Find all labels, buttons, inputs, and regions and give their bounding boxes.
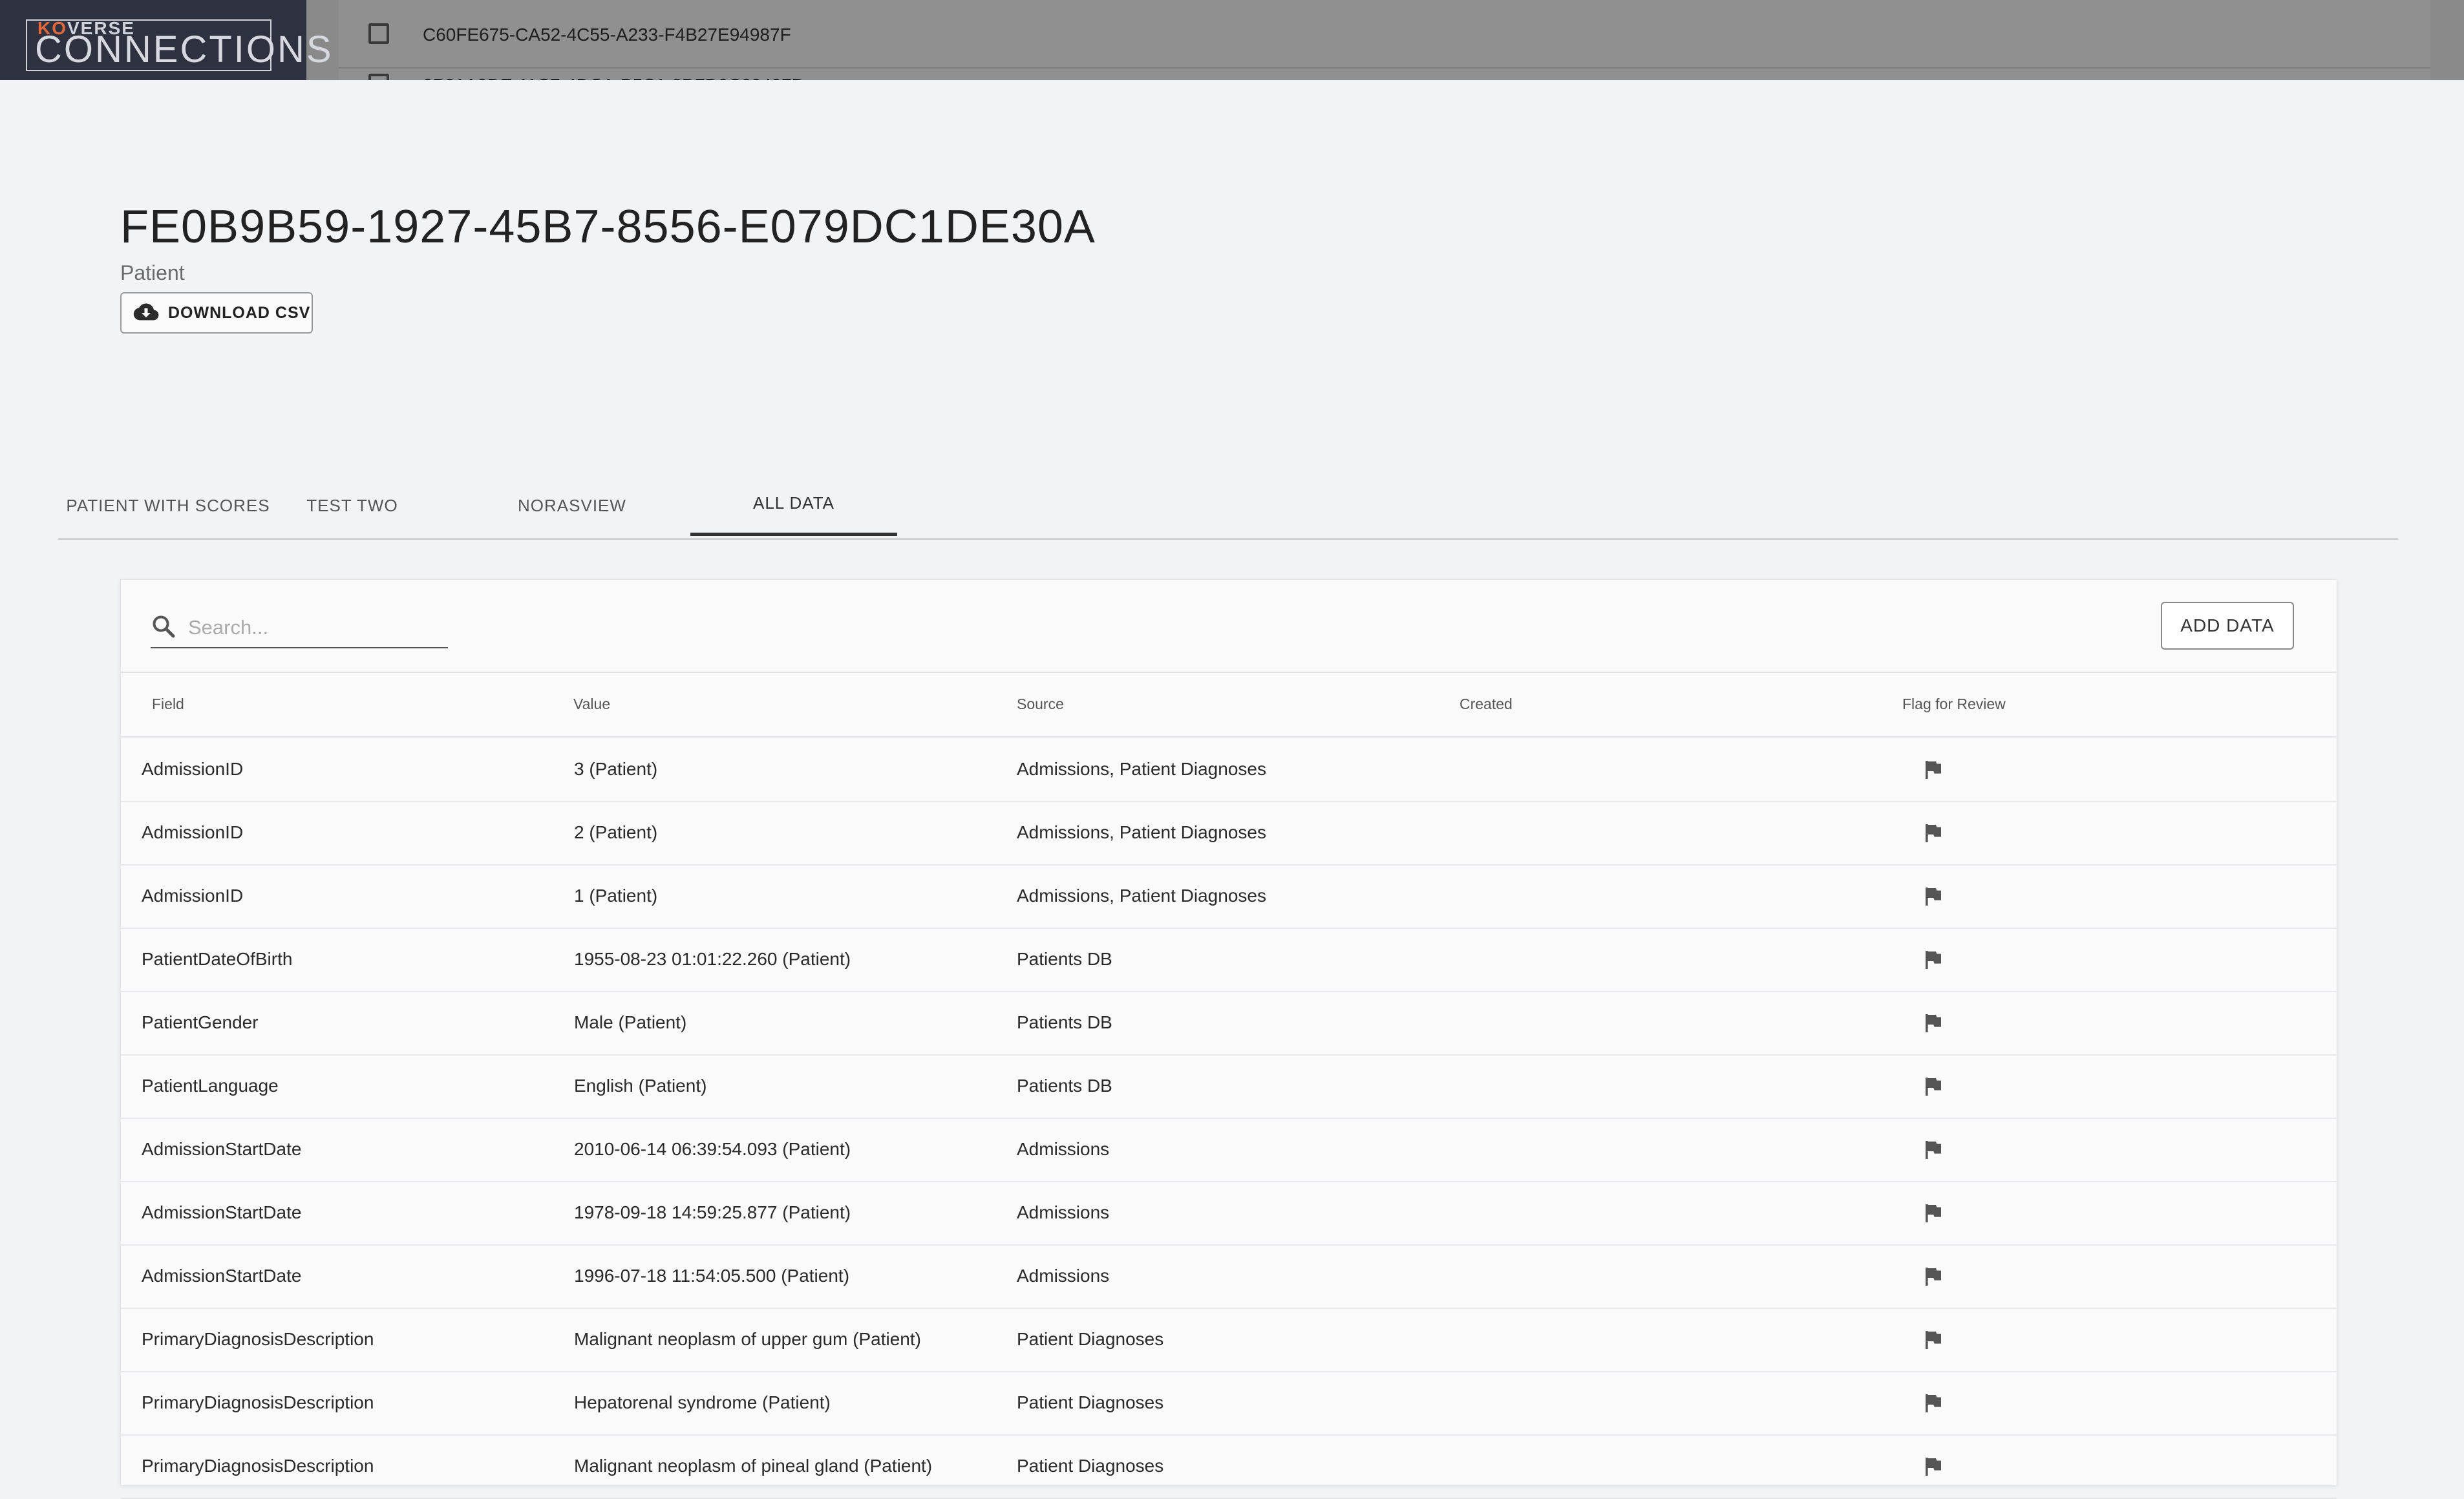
page-title: FE0B9B59-1927-45B7-8556-E079DC1DE30A: [120, 201, 1096, 253]
table-row[interactable]: AdmissionStartDate 2010-06-14 06:39:54.09…: [121, 1118, 2337, 1182]
tab-all-data[interactable]: ALL DATA: [690, 473, 897, 536]
cell-value: 1 (Patient): [574, 886, 658, 906]
cell-field: PrimaryDiagnosisDescription: [142, 1456, 374, 1476]
cell-source: Admissions: [1017, 1266, 1110, 1286]
cell-value: Male (Patient): [574, 1012, 687, 1032]
record-id: 0B91A0DE-11C7-4DCA-B5C1-8D7D9C09497D: [423, 75, 805, 80]
cloud-download-icon: [133, 303, 159, 324]
cell-value: Malignant neoplasm of pineal gland (Pati…: [574, 1456, 933, 1476]
tab-test-two[interactable]: TEST TWO: [278, 473, 427, 538]
table-row[interactable]: PrimaryDiagnosisDescription Hepatorenal s…: [121, 1371, 2337, 1436]
table-header: Field Value Source Created Flag for Revi…: [121, 672, 2337, 738]
row-checkbox[interactable]: [368, 23, 389, 44]
cell-field: PatientLanguage: [142, 1076, 279, 1096]
cell-value: 1978-09-18 14:59:25.877 (Patient): [574, 1202, 851, 1222]
view-tabs: PATIENT WITH SCORES TEST TWO NORASVIEW A…: [58, 473, 2398, 540]
table-row[interactable]: AdmissionStartDate 1996-07-18 11:54:05.50…: [121, 1244, 2337, 1309]
column-header-field[interactable]: Field: [152, 672, 184, 736]
flag-icon[interactable]: [1923, 1393, 1944, 1414]
card-toolbar: ADD DATA: [121, 580, 2337, 673]
list-item[interactable]: 0B91A0DE-11C7-4DCA-B5C1-8D7D9C09497D: [339, 67, 2430, 80]
background-app: KOVERSE CONNECTIONS C60FE675-CA52-4C55-A…: [0, 0, 2464, 80]
table-row[interactable]: PatientGender Male (Patient) Patients DB: [121, 991, 2337, 1056]
cell-value: 3 (Patient): [574, 759, 658, 779]
flag-icon[interactable]: [1923, 1330, 1944, 1350]
data-card: ADD DATA Field Value Source Created Flag…: [120, 579, 2337, 1499]
flag-icon[interactable]: [1923, 886, 1944, 907]
download-csv-button[interactable]: DOWNLOAD CSV: [120, 292, 313, 334]
table-row[interactable]: PatientLanguage English (Patient) Patients…: [121, 1054, 2337, 1119]
cell-value: English (Patient): [574, 1076, 707, 1096]
flag-icon[interactable]: [1923, 1203, 1944, 1224]
cell-value: 2 (Patient): [574, 822, 658, 842]
background-record-list: C60FE675-CA52-4C55-A233-F4B27E94987F 0B9…: [339, 0, 2430, 80]
cell-source: Patients DB: [1017, 1012, 1112, 1032]
tab-patient-with-scores[interactable]: PATIENT WITH SCORES: [58, 473, 278, 538]
cell-field: AdmissionStartDate: [142, 1202, 302, 1222]
cell-field: AdmissionStartDate: [142, 1139, 302, 1159]
flag-icon[interactable]: [1923, 1076, 1944, 1097]
table-row[interactable]: AdmissionID 2 (Patient) Admissions, Patien…: [121, 801, 2337, 866]
flag-icon[interactable]: [1923, 1266, 1944, 1287]
cell-field: AdmissionStartDate: [142, 1266, 302, 1286]
tab-norasview[interactable]: NORASVIEW: [472, 473, 672, 538]
cell-source: Admissions: [1017, 1202, 1110, 1222]
cell-source: Admissions, Patient Diagnoses: [1017, 886, 1266, 906]
record-id: C60FE675-CA52-4C55-A233-F4B27E94987F: [423, 25, 791, 45]
cell-value: Hepatorenal syndrome (Patient): [574, 1392, 831, 1412]
logo-wordmark-main: CONNECTIONS: [35, 28, 334, 70]
cell-source: Patient Diagnoses: [1017, 1329, 1164, 1349]
cell-field: AdmissionID: [142, 759, 244, 779]
cell-source: Patient Diagnoses: [1017, 1456, 1164, 1476]
table-row[interactable]: AdmissionID 1 (Patient) Admissions, Patien…: [121, 864, 2337, 929]
cell-field: PatientDateOfBirth: [142, 949, 293, 969]
cell-source: Patients DB: [1017, 1076, 1112, 1096]
cell-source: Admissions, Patient Diagnoses: [1017, 822, 1266, 842]
record-type-label: Patient: [120, 261, 185, 284]
table-row[interactable]: PatientDateOfBirth 1955-08-23 01:01:22.26…: [121, 928, 2337, 992]
flag-icon[interactable]: [1923, 1013, 1944, 1034]
table-row[interactable]: AdmissionID 3 (Patient) Admissions, Patien…: [121, 738, 2337, 802]
flag-icon[interactable]: [1923, 823, 1944, 844]
search-input[interactable]: [187, 615, 441, 640]
download-csv-label: DOWNLOAD CSV: [168, 303, 311, 322]
cell-source: Patients DB: [1017, 949, 1112, 969]
column-header-created[interactable]: Created: [1460, 672, 1513, 736]
cell-field: AdmissionID: [142, 822, 244, 842]
flag-icon[interactable]: [1923, 950, 1944, 970]
cell-value: 2010-06-14 06:39:54.093 (Patient): [574, 1139, 851, 1159]
koverse-connections-logo[interactable]: KOVERSE CONNECTIONS: [0, 0, 332, 80]
flag-icon[interactable]: [1923, 1140, 1944, 1160]
cell-field: AdmissionID: [142, 886, 244, 906]
add-data-button[interactable]: ADD DATA: [2161, 602, 2294, 650]
column-header-value[interactable]: Value: [573, 672, 610, 736]
search-icon: [151, 613, 176, 643]
cell-field: PatientGender: [142, 1012, 259, 1032]
cell-field: PrimaryDiagnosisDescription: [142, 1392, 374, 1412]
flag-icon[interactable]: [1923, 760, 1944, 780]
cell-source: Admissions: [1017, 1139, 1110, 1159]
table-row[interactable]: PrimaryDiagnosisDescription Malignant neo…: [121, 1434, 2337, 1499]
list-item[interactable]: C60FE675-CA52-4C55-A233-F4B27E94987F: [339, 3, 2430, 69]
cell-value: 1955-08-23 01:01:22.260 (Patient): [574, 949, 851, 969]
cell-source: Admissions, Patient Diagnoses: [1017, 759, 1266, 779]
record-detail-sheet: FE0B9B59-1927-45B7-8556-E079DC1DE30A Pat…: [0, 80, 2464, 1499]
cell-source: Patient Diagnoses: [1017, 1392, 1164, 1412]
cell-value: Malignant neoplasm of upper gum (Patient…: [574, 1329, 921, 1349]
column-header-flag-for-review[interactable]: Flag for Review: [1902, 672, 2006, 736]
cell-value: 1996-07-18 11:54:05.500 (Patient): [574, 1266, 850, 1286]
cell-field: PrimaryDiagnosisDescription: [142, 1329, 374, 1349]
column-header-source[interactable]: Source: [1017, 672, 1064, 736]
search-field[interactable]: [151, 608, 448, 648]
row-checkbox[interactable]: [368, 74, 389, 80]
flag-icon[interactable]: [1923, 1456, 1944, 1477]
table-row[interactable]: AdmissionStartDate 1978-09-18 14:59:25.87…: [121, 1181, 2337, 1246]
table-row[interactable]: PrimaryDiagnosisDescription Malignant neo…: [121, 1308, 2337, 1372]
